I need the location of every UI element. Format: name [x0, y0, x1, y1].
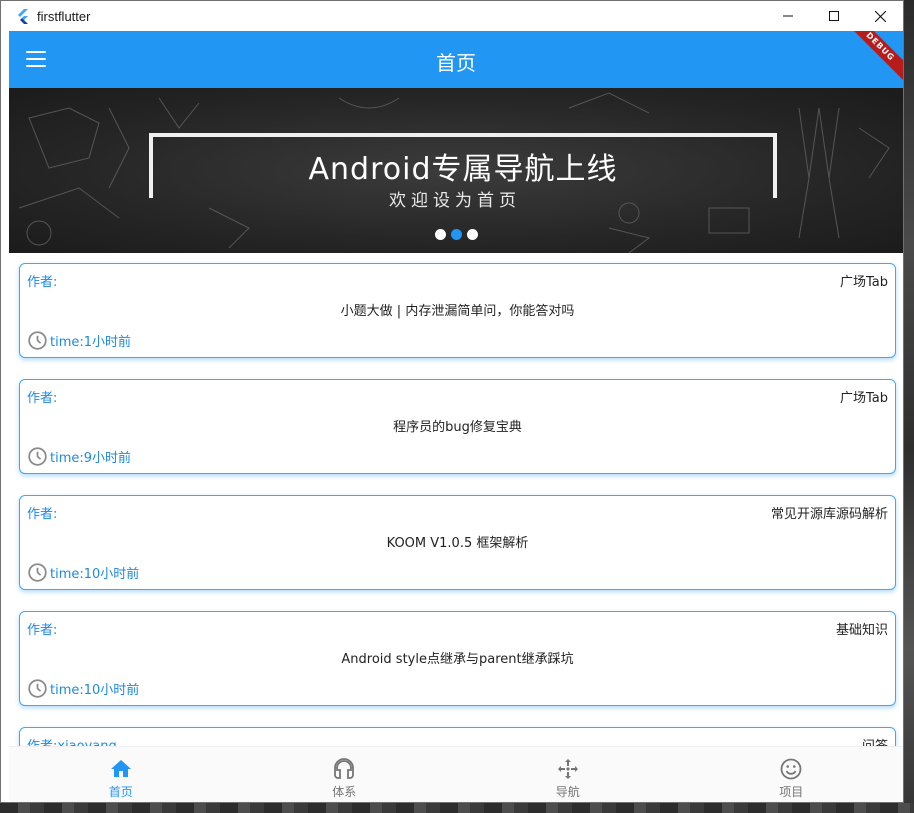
article-author: 作者:	[27, 391, 58, 406]
article-list[interactable]: 作者: 广场Tab 小题大做 | 内存泄漏简单问，你能答对吗 time:1小时前…	[9, 253, 903, 746]
maximize-button[interactable]	[811, 1, 857, 31]
article-time: time:10小时前	[50, 683, 140, 698]
page-title: 首页	[436, 51, 476, 75]
article-author: 作者:	[27, 275, 58, 290]
article-card[interactable]: 作者: 基础知识 Android style点继承与parent继承踩坑 tim…	[19, 611, 896, 706]
article-time: time:10小时前	[50, 567, 140, 582]
window-title: firstflutter	[37, 8, 91, 24]
app-bar: 首页 DEBUG	[9, 31, 903, 88]
minimize-icon	[783, 15, 793, 17]
article-card[interactable]: 作者:xiaoyang 问答	[19, 727, 896, 746]
home-icon	[110, 760, 131, 777]
desktop-background-right	[904, 0, 914, 813]
window-controls	[765, 1, 903, 31]
article-card[interactable]: 作者: 广场Tab 小题大做 | 内存泄漏简单问，你能答对吗 time:1小时前	[19, 263, 896, 358]
bottom-navigation-bar: 首页 体系 导航 项目	[9, 746, 904, 802]
article-card[interactable]: 作者: 常见开源库源码解析 KOOM V1.0.5 框架解析 time:10小时…	[19, 495, 896, 590]
close-window-button[interactable]	[857, 1, 903, 31]
clock-icon	[28, 447, 47, 466]
article-chapter: 问答	[862, 735, 888, 746]
nav-tab-label: 导航	[555, 785, 580, 799]
move-arrows-icon	[557, 759, 578, 779]
smiley-icon	[780, 758, 802, 780]
article-chapter: 广场Tab	[839, 275, 888, 290]
maximize-icon	[829, 11, 839, 21]
article-time-row: time:9小时前	[27, 446, 131, 467]
nav-tab-label: 项目	[779, 785, 804, 799]
article-card[interactable]: 作者: 广场Tab 程序员的bug修复宝典 time:9小时前	[19, 379, 896, 474]
nav-tab-label: 体系	[332, 785, 357, 799]
clock-icon	[28, 679, 47, 698]
clock-icon	[28, 331, 47, 350]
article-time: time:9小时前	[50, 451, 132, 466]
article-title: KOOM V1.0.5 框架解析	[386, 536, 529, 551]
nav-tab-label: 首页	[108, 785, 133, 799]
nav-tab-navigation[interactable]: 导航	[456, 747, 680, 802]
article-title: Android style点继承与parent继承踩坑	[341, 652, 574, 667]
nav-tab-home[interactable]: 首页	[9, 747, 233, 802]
minimize-button[interactable]	[765, 1, 811, 31]
article-author: 作者:	[27, 623, 58, 638]
article-time: time:1小时前	[50, 335, 132, 350]
article-title: 程序员的bug修复宝典	[393, 420, 522, 435]
article-chapter: 广场Tab	[839, 391, 888, 406]
nav-tab-system[interactable]: 体系	[233, 747, 457, 802]
window-titlebar: firstflutter	[1, 1, 903, 31]
app-window: firstflutter 首页 DEBUG Android专属导航上线 欢迎设为…	[0, 0, 904, 803]
article-time-row: time:10小时前	[27, 562, 139, 583]
clock-icon	[28, 563, 47, 582]
article-title: 小题大做 | 内存泄漏简单问，你能答对吗	[340, 304, 575, 319]
headset-icon	[334, 758, 355, 779]
article-chapter: 常见开源库源码解析	[770, 507, 888, 522]
banner-title: Android专属导航上线	[308, 152, 618, 187]
nav-tab-projects[interactable]: 项目	[680, 747, 904, 802]
article-time-row: time:1小时前	[27, 330, 131, 351]
article-chapter: 基础知识	[835, 623, 888, 638]
carousel-indicator	[435, 229, 478, 240]
flutter-logo-icon	[18, 9, 28, 24]
close-icon	[874, 10, 886, 22]
article-author: 作者:xiaoyang	[27, 735, 117, 746]
carousel-dot-active[interactable]	[451, 229, 462, 240]
carousel-dot[interactable]	[435, 229, 446, 240]
article-author: 作者:	[27, 507, 58, 522]
banner-carousel[interactable]: Android专属导航上线 欢迎设为首页	[9, 88, 903, 253]
banner-subtitle: 欢迎设为首页	[389, 191, 521, 211]
carousel-dot[interactable]	[467, 229, 478, 240]
desktop-background-bottom	[0, 803, 914, 813]
article-time-row: time:10小时前	[27, 678, 139, 699]
